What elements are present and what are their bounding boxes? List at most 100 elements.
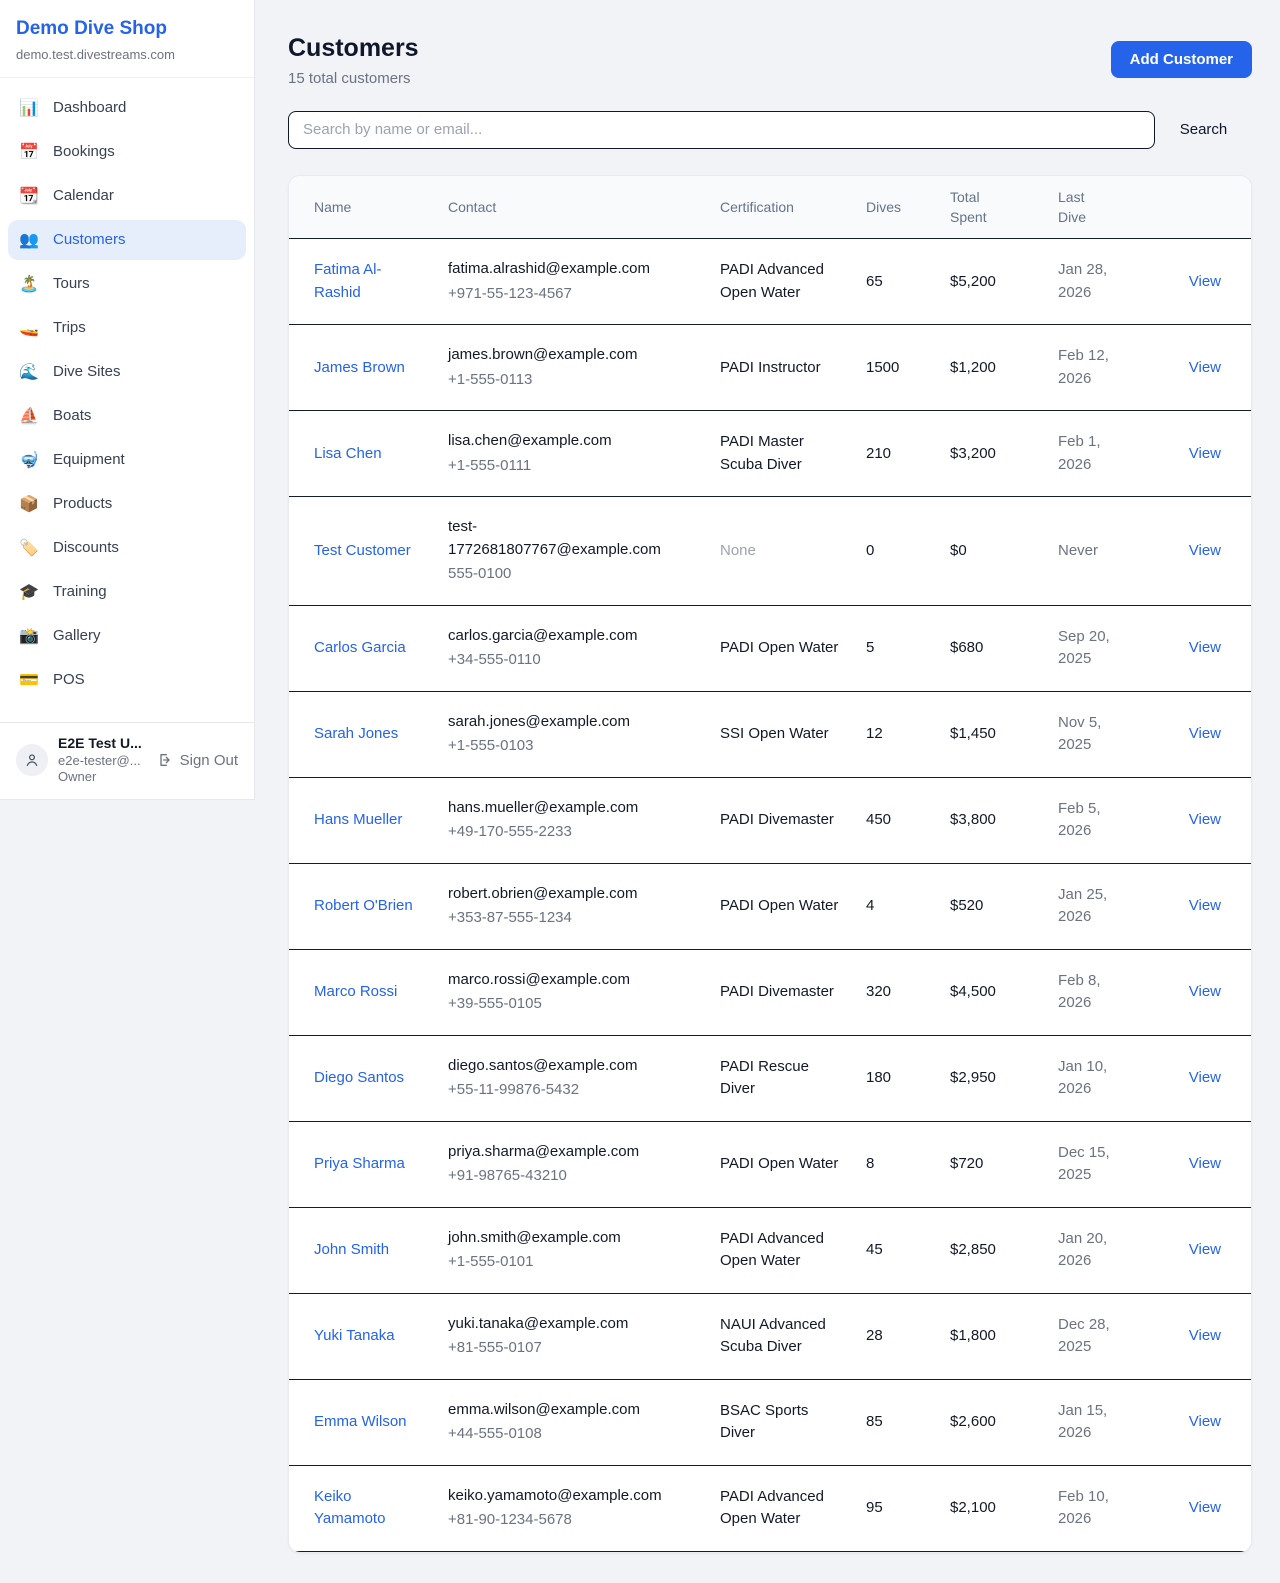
customer-certification: PADI Rescue Diver (720, 1058, 809, 1098)
customer-name-link[interactable]: Test Customer (314, 542, 411, 559)
customer-certification: PADI Divemaster (720, 983, 834, 1000)
customer-name-link[interactable]: Carlos Garcia (314, 639, 406, 656)
view-customer-link[interactable]: View (1189, 1413, 1221, 1430)
nav-icon-trips: 🚤 (18, 318, 40, 338)
customer-email: hans.mueller@example.com (448, 797, 662, 820)
sidebar-item-customers[interactable]: 👥 Customers (8, 220, 246, 260)
nav-icon-gallery: 📸 (18, 626, 40, 646)
customer-email: marco.rossi@example.com (448, 969, 662, 992)
customer-name-link[interactable]: Marco Rossi (314, 983, 397, 1000)
view-customer-link[interactable]: View (1189, 725, 1221, 742)
nav-item-label: Dive Sites (53, 363, 121, 380)
customer-email: sarah.jones@example.com (448, 711, 662, 734)
customer-phone: +1-555-0113 (448, 369, 662, 392)
page-title: Customers (288, 34, 419, 63)
view-customer-link[interactable]: View (1189, 897, 1221, 914)
customer-certification: PADI Advanced Open Water (720, 1230, 824, 1270)
view-customer-link[interactable]: View (1189, 1327, 1221, 1344)
customer-phone: 555-0100 (448, 563, 662, 586)
sidebar-item-training[interactable]: 🎓 Training (8, 572, 246, 612)
customer-name-link[interactable]: Keiko Yamamoto (314, 1488, 385, 1528)
nav-item-label: Customers (53, 231, 126, 248)
sidebar-item-discounts[interactable]: 🏷️ Discounts (8, 528, 246, 568)
sidebar-item-pos[interactable]: 💳 POS (8, 660, 246, 700)
customer-phone: +81-90-1234-5678 (448, 1509, 662, 1532)
sidebar-item-dashboard[interactable]: 📊 Dashboard (8, 88, 246, 128)
search-button[interactable]: Search (1155, 121, 1252, 138)
customer-total-spent: $1,200 (938, 325, 1046, 411)
column-header-label: Contact (448, 199, 496, 215)
customers-table: Name Contact Certification Dives (289, 176, 1251, 1552)
customer-phone: +49-170-555-2233 (448, 821, 662, 844)
customer-phone: +1-555-0103 (448, 735, 662, 758)
nav-icon-training: 🎓 (18, 582, 40, 602)
sidebar-item-calendar[interactable]: 📆 Calendar (8, 176, 246, 216)
customer-name-link[interactable]: Sarah Jones (314, 725, 398, 742)
customer-total-spent: $2,600 (938, 1379, 1046, 1465)
customer-name-link[interactable]: Emma Wilson (314, 1413, 407, 1430)
customer-name-link[interactable]: John Smith (314, 1241, 389, 1258)
nav-icon-tours: 🏝️ (18, 274, 40, 294)
view-customer-link[interactable]: View (1189, 273, 1221, 290)
sidebar-item-trips[interactable]: 🚤 Trips (8, 308, 246, 348)
sidebar-item-dive-sites[interactable]: 🌊 Dive Sites (8, 352, 246, 392)
sidebar-item-boats[interactable]: ⛵ Boats (8, 396, 246, 436)
view-customer-link[interactable]: View (1189, 1241, 1221, 1258)
customer-name-link[interactable]: Diego Santos (314, 1069, 404, 1086)
customer-phone: +1-555-0101 (448, 1251, 662, 1274)
search-input[interactable] (288, 111, 1155, 149)
customer-total-spent: $2,950 (938, 1035, 1046, 1121)
customer-email: robert.obrien@example.com (448, 883, 662, 906)
sidebar-item-tours[interactable]: 🏝️ Tours (8, 264, 246, 304)
sign-out-button[interactable]: Sign Out (157, 752, 238, 769)
sidebar-item-equipment[interactable]: 🤿 Equipment (8, 440, 246, 480)
sidebar-item-bookings[interactable]: 📅 Bookings (8, 132, 246, 172)
customer-total-spent: $0 (938, 497, 1046, 606)
customer-email: carlos.garcia@example.com (448, 625, 662, 648)
customer-last-dive: Jan 25, 2026 (1058, 886, 1107, 926)
customer-dives: 5 (854, 605, 938, 691)
customer-name-link[interactable]: Yuki Tanaka (314, 1327, 395, 1344)
brand[interactable]: Demo Dive Shop demo.test.divestreams.com (0, 0, 254, 78)
nav-item-label: Training (53, 583, 107, 600)
table-row-robert-o-brien: Robert O'Brien robert.obrien@example.com… (289, 863, 1251, 949)
view-customer-link[interactable]: View (1189, 542, 1221, 559)
table-row-test-customer: Test Customer test-1772681807767@example… (289, 497, 1251, 606)
view-customer-link[interactable]: View (1189, 1069, 1221, 1086)
add-customer-button[interactable]: Add Customer (1111, 41, 1252, 78)
customer-name-link[interactable]: Priya Sharma (314, 1155, 405, 1172)
avatar (16, 744, 48, 776)
customer-total-spent: $2,850 (938, 1207, 1046, 1293)
view-customer-link[interactable]: View (1189, 1499, 1221, 1516)
customer-last-dive: Dec 28, 2025 (1058, 1316, 1110, 1356)
table-row-keiko-yamamoto: Keiko Yamamoto keiko.yamamoto@example.co… (289, 1465, 1251, 1551)
customer-email: test-1772681807767@example.com (448, 516, 662, 561)
table-row-james-brown: James Brown james.brown@example.com +1-5… (289, 325, 1251, 411)
brand-name[interactable]: Demo Dive Shop (16, 18, 238, 41)
table-header-row: Name Contact Certification Dives (289, 176, 1251, 239)
sidebar-item-gallery[interactable]: 📸 Gallery (8, 616, 246, 656)
customer-email: john.smith@example.com (448, 1227, 662, 1250)
view-customer-link[interactable]: View (1189, 359, 1221, 376)
table-row-sarah-jones: Sarah Jones sarah.jones@example.com +1-5… (289, 691, 1251, 777)
view-customer-link[interactable]: View (1189, 983, 1221, 1000)
customer-name-link[interactable]: Fatima Al-Rashid (314, 261, 382, 301)
table-row-diego-santos: Diego Santos diego.santos@example.com +5… (289, 1035, 1251, 1121)
view-customer-link[interactable]: View (1189, 1155, 1221, 1172)
nav-icon-pos: 💳 (18, 670, 40, 690)
customer-phone: +353-87-555-1234 (448, 907, 662, 930)
view-customer-link[interactable]: View (1189, 445, 1221, 462)
customer-name-link[interactable]: Lisa Chen (314, 445, 382, 462)
sidebar-item-products[interactable]: 📦 Products (8, 484, 246, 524)
customer-dives: 95 (854, 1465, 938, 1551)
view-customer-link[interactable]: View (1189, 639, 1221, 656)
customer-name-link[interactable]: Hans Mueller (314, 811, 402, 828)
user-footer: E2E Test U... e2e-tester@... Owner Sign … (0, 722, 254, 799)
view-customer-link[interactable]: View (1189, 811, 1221, 828)
customer-certification: PADI Instructor (720, 359, 821, 376)
nav-item-label: Boats (53, 407, 91, 424)
customer-name-link[interactable]: James Brown (314, 359, 405, 376)
nav-icon-products: 📦 (18, 494, 40, 514)
nav-item-label: Equipment (53, 451, 125, 468)
customer-name-link[interactable]: Robert O'Brien (314, 897, 413, 914)
